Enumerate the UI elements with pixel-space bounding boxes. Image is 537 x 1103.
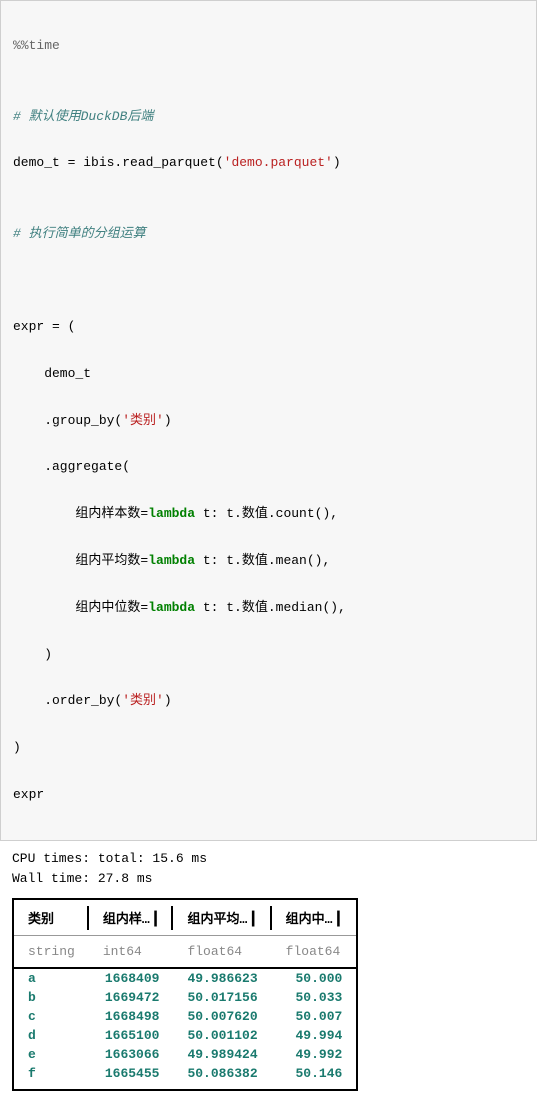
code-line-agg-close: ) (13, 643, 524, 666)
data-cell: 50.146 (272, 1064, 358, 1090)
data-cell: 1668409 (89, 968, 174, 988)
type-cell: float64 (173, 936, 271, 969)
data-cell: 49.994 (272, 1026, 358, 1045)
table-row: a 1668409 49.986623 50.000 (13, 968, 357, 988)
table-row: b 1669472 50.017156 50.033 (13, 988, 357, 1007)
data-cell: 50.000 (272, 968, 358, 988)
data-cell: 49.986623 (173, 968, 271, 988)
data-cell: 1665100 (89, 1026, 174, 1045)
data-cell: 1663066 (89, 1045, 174, 1064)
code-line-expr-close: ) (13, 736, 524, 759)
table-row: c 1668498 50.007620 50.007 (13, 1007, 357, 1026)
code-line-read-parquet: demo_t = ibis.read_parquet('demo.parquet… (13, 151, 524, 174)
table-header-category: 类别 (13, 899, 89, 936)
table-header-count: 组内样…┃ (89, 899, 174, 936)
table-row: f 1665455 50.086382 50.146 (13, 1064, 357, 1090)
table-header-median: 组内中…┃ (272, 899, 358, 936)
code-line-magic: %%time (13, 34, 524, 57)
code-line-order-by: .order_by('类别') (13, 689, 524, 712)
type-cell: string (13, 936, 89, 969)
wall-time-text: Wall time: 27.8 ms (12, 869, 525, 890)
table-row: d 1665100 50.001102 49.994 (13, 1026, 357, 1045)
data-cell: a (13, 968, 89, 988)
data-cell: 50.033 (272, 988, 358, 1007)
cpu-times-text: CPU times: total: 15.6 ms (12, 849, 525, 870)
data-cell: c (13, 1007, 89, 1026)
data-cell: f (13, 1064, 89, 1090)
data-cell: 50.086382 (173, 1064, 271, 1090)
code-line-expr-name: expr (13, 783, 524, 806)
data-cell: 1669472 (89, 988, 174, 1007)
data-cell: e (13, 1045, 89, 1064)
data-cell: 50.007620 (173, 1007, 271, 1026)
code-line-count: 组内样本数=lambda t: t.数值.count(), (13, 502, 524, 525)
code-line-demo-t: demo_t (13, 362, 524, 385)
type-cell: int64 (89, 936, 174, 969)
table-header-mean: 组内平均…┃ (173, 899, 271, 936)
code-line-expr-open: expr = ( (13, 315, 524, 338)
output-timing: CPU times: total: 15.6 ms Wall time: 27.… (0, 841, 537, 899)
table-row: e 1663066 49.989424 49.992 (13, 1045, 357, 1064)
data-cell: 49.989424 (173, 1045, 271, 1064)
data-cell: 50.017156 (173, 988, 271, 1007)
code-line-aggregate: .aggregate( (13, 455, 524, 478)
code-line-comment: # 执行简单的分组运算 (13, 222, 524, 245)
code-cell[interactable]: %%time # 默认使用DuckDB后端 demo_t = ibis.read… (0, 0, 537, 841)
data-cell: b (13, 988, 89, 1007)
code-line-median: 组内中位数=lambda t: t.数值.median(), (13, 596, 524, 619)
data-cell: 49.992 (272, 1045, 358, 1064)
table-header-row: 类别 组内样…┃ 组内平均…┃ 组内中…┃ (13, 899, 357, 936)
data-cell: 1668498 (89, 1007, 174, 1026)
code-line-comment: # 默认使用DuckDB后端 (13, 105, 524, 128)
result-table: 类别 组内样…┃ 组内平均…┃ 组内中…┃ string int64 float… (12, 898, 358, 1091)
data-cell: d (13, 1026, 89, 1045)
table-type-row: string int64 float64 float64 (13, 936, 357, 969)
data-cell: 1665455 (89, 1064, 174, 1090)
code-line-group-by: .group_by('类别') (13, 409, 524, 432)
data-cell: 50.007 (272, 1007, 358, 1026)
code-line-mean: 组内平均数=lambda t: t.数值.mean(), (13, 549, 524, 572)
result-table-container: 类别 组内样…┃ 组内平均…┃ 组内中…┃ string int64 float… (0, 898, 537, 1103)
type-cell: float64 (272, 936, 358, 969)
data-cell: 50.001102 (173, 1026, 271, 1045)
